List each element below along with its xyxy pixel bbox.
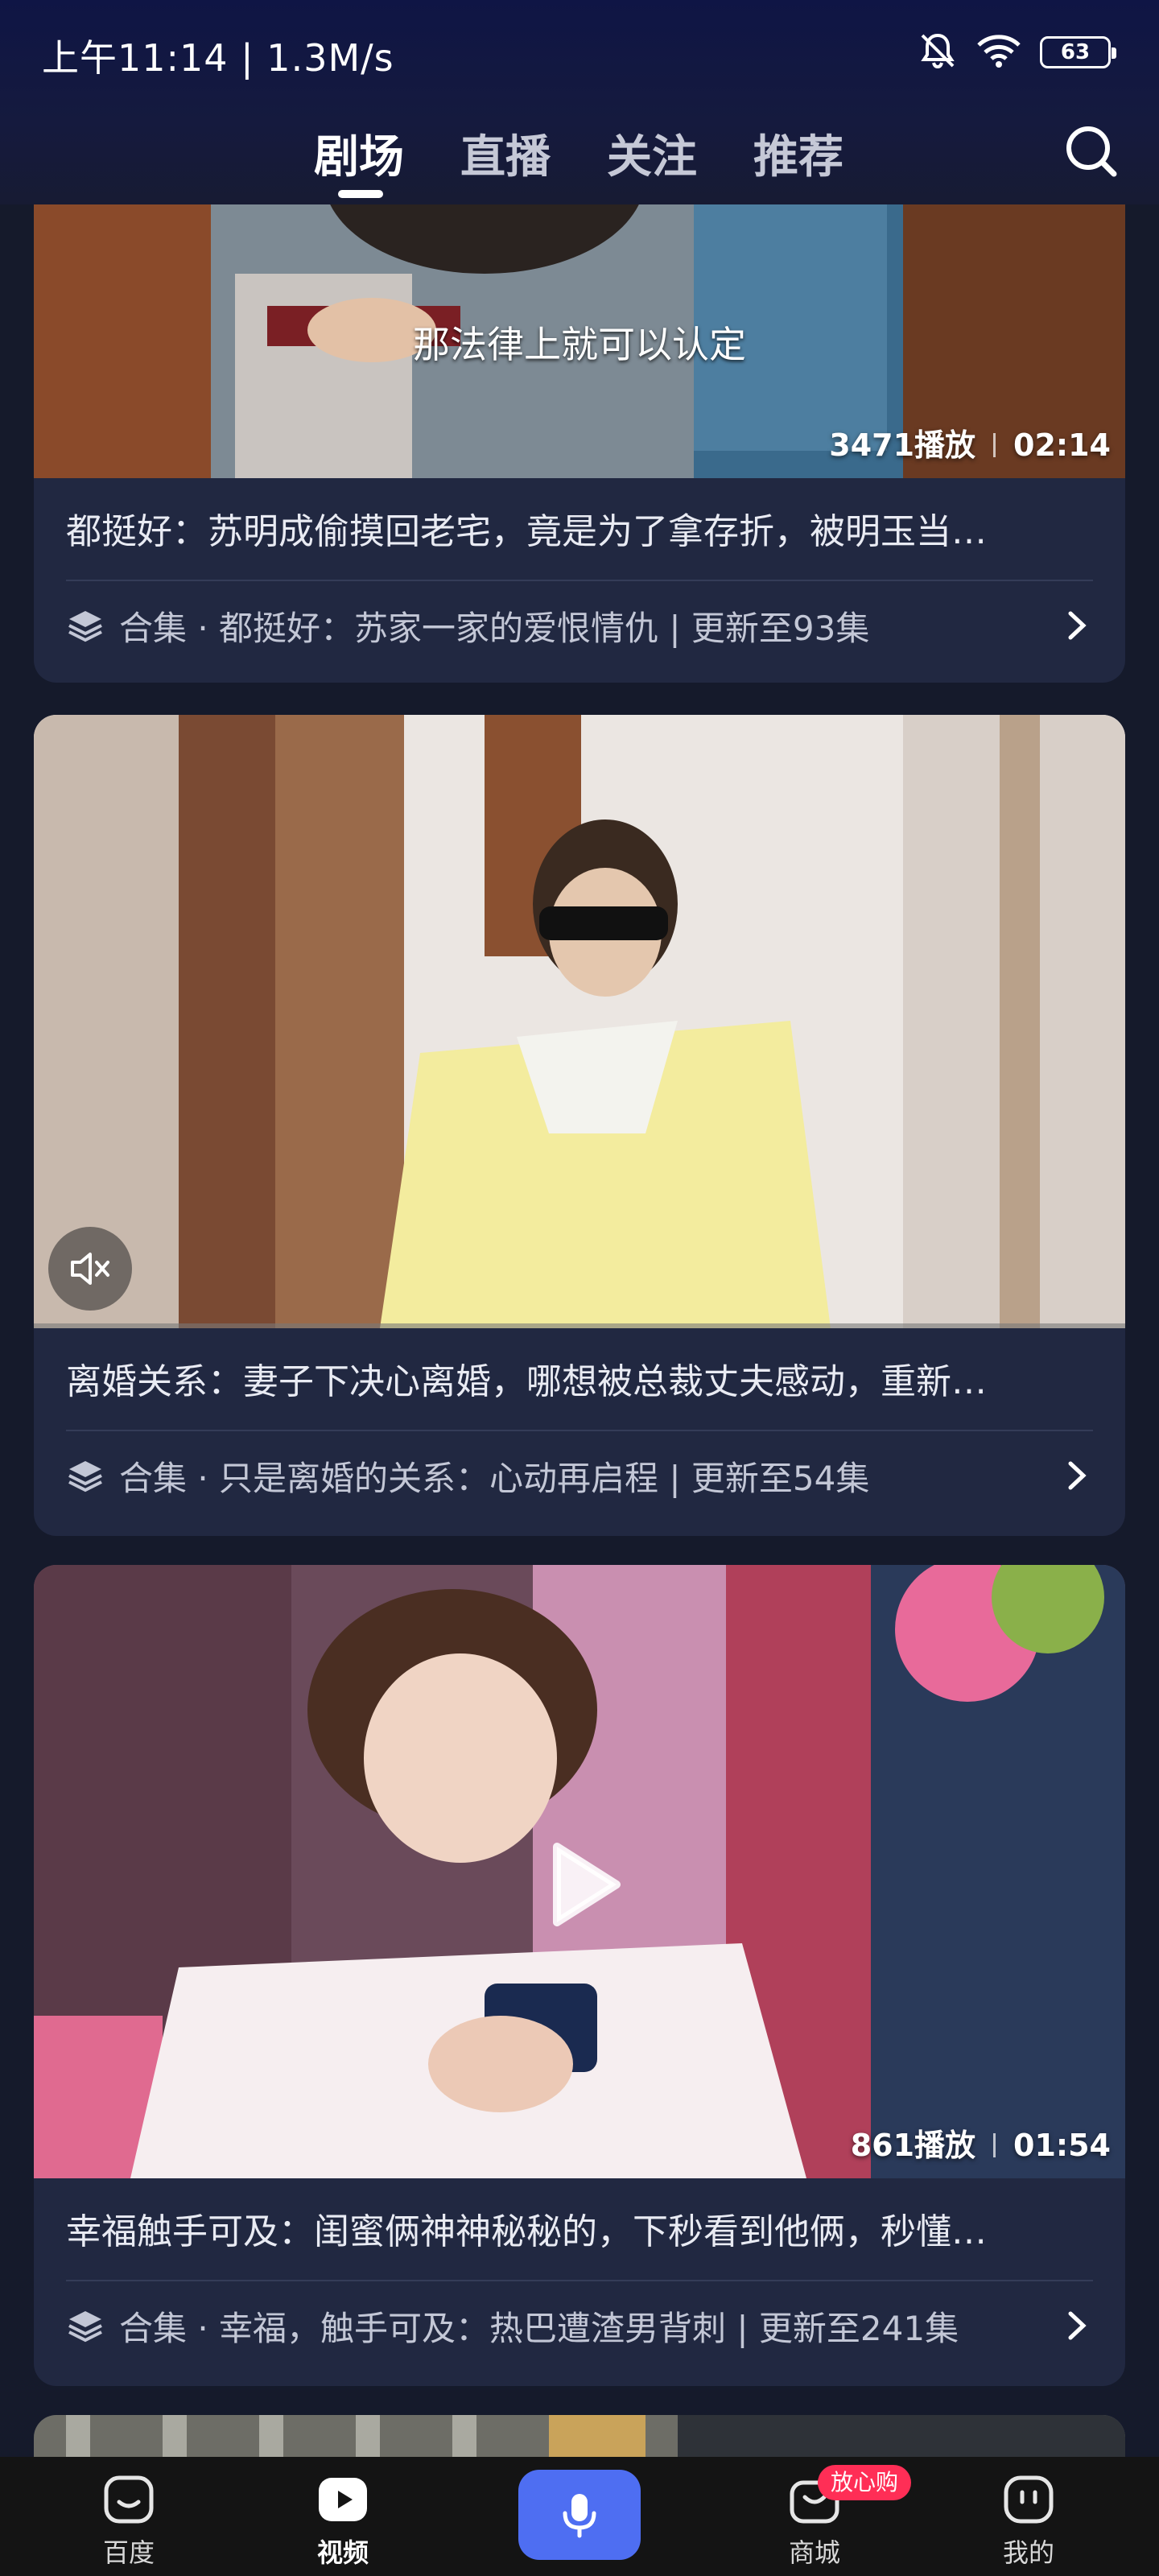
bottom-nav: 百度 视频 商城 放心购 我的 — [0, 2457, 1159, 2576]
voice-search-button[interactable] — [518, 2470, 641, 2560]
nav-mine[interactable]: 我的 — [964, 2470, 1093, 2570]
video-subtitle: 那法律上就可以认定 — [413, 323, 746, 366]
duration: 01:54 — [1013, 2128, 1111, 2163]
search-button[interactable] — [1059, 119, 1124, 184]
status-bar: 上午11:14 | 1.3M/s 63 — [0, 0, 1159, 105]
video-player[interactable] — [34, 715, 1125, 1328]
video-card[interactable]: 离婚关系：妻子下决心离婚，哪想被总裁丈夫感动，重新… 合集 · 只是离婚的关系：… — [34, 715, 1125, 1536]
status-icons: 63 — [918, 31, 1116, 74]
tab-follow[interactable]: 关注 — [607, 121, 697, 186]
video-thumbnail[interactable]: 861播放 01:54 — [34, 1565, 1125, 2178]
video-meta: 861播放 01:54 — [851, 2120, 1111, 2165]
view-count: 861播放 — [850, 2128, 976, 2163]
promo-badge: 放心购 — [818, 2465, 912, 2500]
nav-label: 百度 — [102, 2537, 155, 2568]
series-info: 合集 · 只是离婚的关系：心动再启程 | 更新至54集 — [119, 1458, 870, 1498]
microphone-icon — [563, 2494, 596, 2538]
nav-label: 商城 — [788, 2537, 840, 2568]
status-time: 上午11:14 | 1.3M/s — [42, 36, 394, 80]
series-info: 合集 · 幸福，触手可及：热巴遭渣男背刺 | 更新至241集 — [119, 2308, 959, 2348]
chevron-right-icon — [1068, 611, 1087, 640]
stack-icon — [68, 1461, 102, 1492]
nav-video[interactable]: 视频 — [278, 2470, 407, 2570]
divider — [66, 580, 1093, 581]
wifi-icon — [975, 32, 1022, 72]
battery-icon: 63 — [1040, 36, 1116, 68]
nav-baidu[interactable]: 百度 — [64, 2470, 193, 2570]
chevron-right-icon — [1068, 2311, 1087, 2340]
bell-muted-icon — [918, 31, 958, 74]
duration: 02:14 — [1013, 427, 1111, 463]
video-title[interactable]: 幸福触手可及：闺蜜俩神神秘秘的，下秒看到他俩，秒懂… — [66, 2202, 1096, 2254]
video-card[interactable]: 那法律上就可以认定 3471播放 02:14 都挺好：苏明成偷摸回老宅，竟是为了拿… — [34, 145, 1125, 683]
tab-recommend[interactable]: 推荐 — [753, 121, 843, 186]
series-link[interactable]: 合集 · 都挺好：苏家一家的爱恨情仇 | 更新至93集 — [66, 597, 1093, 654]
video-title[interactable]: 离婚关系：妻子下决心离婚，哪想被总裁丈夫感动，重新… — [66, 1352, 1096, 1404]
nav-label: 我的 — [1002, 2537, 1054, 2568]
video-title[interactable]: 都挺好：苏明成偷摸回老宅，竟是为了拿存折，被明玉当… — [66, 502, 1096, 554]
series-link[interactable]: 合集 · 幸福，触手可及：热巴遭渣男背刺 | 更新至241集 — [66, 2297, 1093, 2354]
divider — [66, 2280, 1093, 2281]
series-link[interactable]: 合集 · 只是离婚的关系：心动再启程 | 更新至54集 — [66, 1447, 1093, 1504]
speaker-muted-icon — [71, 1253, 109, 1285]
chevron-right-icon — [1068, 1461, 1087, 1490]
active-tab-indicator — [338, 190, 383, 198]
tab-theater[interactable]: 剧场 — [314, 121, 404, 186]
series-info: 合集 · 都挺好：苏家一家的爱恨情仇 | 更新至93集 — [119, 608, 870, 648]
video-play-icon — [319, 2478, 367, 2521]
play-icon[interactable] — [546, 1840, 623, 1929]
video-card[interactable]: 861播放 01:54 幸福触手可及：闺蜜俩神神秘秘的，下秒看到他俩，秒懂… 合集… — [34, 1565, 1125, 2386]
mute-button[interactable] — [48, 1227, 132, 1311]
nav-label: 视频 — [316, 2537, 369, 2568]
search-icon — [1066, 126, 1117, 177]
video-meta: 3471播放 02:14 — [829, 420, 1111, 464]
profile-face-icon — [1004, 2475, 1054, 2524]
divider — [66, 1430, 1093, 1431]
view-count: 3471播放 — [829, 427, 976, 463]
top-header: 上午11:14 | 1.3M/s 63 剧场 直播 关注 推荐 — [0, 0, 1159, 204]
progress-bar[interactable] — [34, 1323, 1125, 1328]
baidu-smile-icon — [104, 2475, 154, 2524]
tab-live[interactable]: 直播 — [460, 121, 551, 186]
stack-icon — [68, 2311, 102, 2343]
top-tabs: 剧场 直播 关注 推荐 — [0, 113, 1159, 193]
stack-icon — [68, 611, 102, 642]
